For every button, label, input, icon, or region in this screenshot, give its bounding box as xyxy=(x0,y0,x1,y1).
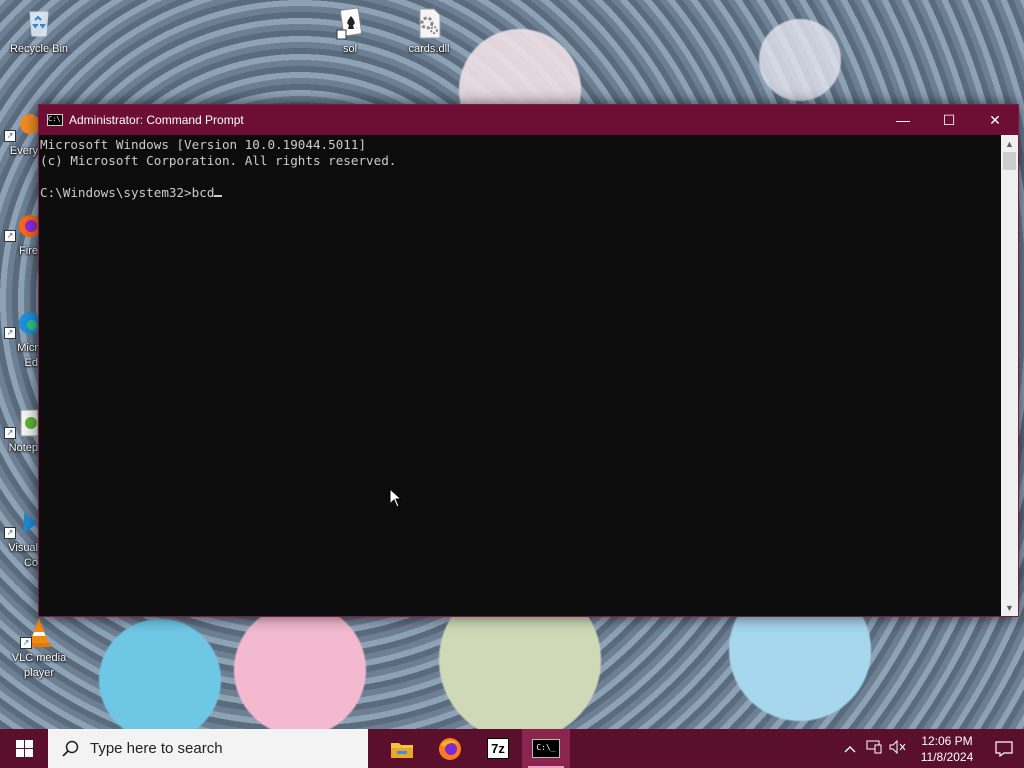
search-icon xyxy=(62,740,79,757)
desktop-icon-label: Every xyxy=(9,145,38,157)
volume-muted-icon[interactable] xyxy=(886,739,910,757)
desktop-icon-cards-dll[interactable]: cards.dll xyxy=(393,6,465,57)
taskbar: Type here to search 7z C:\_ 12:06 PM 11/… xyxy=(0,729,1024,768)
taskbar-command-prompt[interactable]: C:\_ xyxy=(522,729,570,768)
console-line: (c) Microsoft Corporation. All rights re… xyxy=(40,153,397,168)
desktop-icon-sol[interactable]: sol xyxy=(314,6,386,57)
vscode-icon: ↗ xyxy=(4,505,38,539)
desktop-icon-vlc[interactable]: ↗ VLC media player xyxy=(3,615,75,681)
network-icon[interactable] xyxy=(862,740,886,757)
desktop-icon-label: Notep xyxy=(8,442,38,454)
desktop-icon-label: VLC media xyxy=(11,652,67,664)
scroll-down-arrow-icon[interactable]: ▼ xyxy=(1001,599,1018,616)
system-tray: 12:06 PM 11/8/2024 xyxy=(838,729,1024,768)
taskbar-firefox[interactable] xyxy=(426,729,474,768)
scrollbar-thumb[interactable] xyxy=(1003,152,1016,170)
solitaire-card-icon xyxy=(333,6,367,40)
shortcut-arrow-icon: ↗ xyxy=(4,527,16,539)
desktop-icon-label: Ed xyxy=(24,357,38,369)
desktop-icon-label: Recycle Bin xyxy=(9,43,69,55)
vertical-scrollbar[interactable]: ▲ ▼ xyxy=(1001,135,1018,616)
desktop-icon-notepad[interactable]: ↗ Notep xyxy=(0,405,38,456)
desktop-icon-firefox[interactable]: ↗ Fire xyxy=(0,208,38,259)
start-button[interactable] xyxy=(0,729,48,768)
search-placeholder: Type here to search xyxy=(90,740,223,757)
desktop-icon-label: sol xyxy=(342,43,358,55)
desktop-icon-label: cards.dll xyxy=(408,43,450,55)
taskbar-clock[interactable]: 12:06 PM 11/8/2024 xyxy=(910,733,984,765)
desktop-icon-label: Visual xyxy=(8,542,38,554)
dll-file-icon xyxy=(412,6,446,40)
7zip-icon: 7z xyxy=(487,738,509,759)
firefox-icon: ↗ xyxy=(4,208,38,242)
clock-time: 12:06 PM xyxy=(921,733,973,748)
folder-icon xyxy=(391,742,413,758)
shortcut-arrow-icon: ↗ xyxy=(4,130,16,142)
recycle-bin-icon xyxy=(22,6,56,40)
show-hidden-icons-chevron-icon[interactable] xyxy=(838,741,862,756)
text-caret xyxy=(214,195,223,197)
taskbar-search-box[interactable]: Type here to search xyxy=(48,729,368,768)
clock-date: 11/8/2024 xyxy=(920,749,974,764)
scroll-up-arrow-icon[interactable]: ▲ xyxy=(1001,135,1018,152)
desktop-icon-everything[interactable]: ↗ Every xyxy=(0,108,38,159)
shortcut-arrow-icon: ↗ xyxy=(4,230,16,242)
console-input[interactable]: bcd xyxy=(192,185,215,200)
shortcut-arrow-icon: ↗ xyxy=(4,427,16,439)
notification-center-button[interactable] xyxy=(984,740,1024,757)
desktop-icon-label: Fire xyxy=(19,245,38,257)
desktop-icon-microsoft-edge[interactable]: ↗ Micr Ed xyxy=(0,305,38,371)
shortcut-arrow-icon: ↗ xyxy=(4,327,16,339)
maximize-button[interactable]: ☐ xyxy=(926,105,972,135)
desktop-icon-label: Co xyxy=(23,557,38,569)
vlc-cone-icon: ↗ xyxy=(20,615,56,649)
console-line: Microsoft Windows [Version 10.0.19044.50… xyxy=(40,137,367,152)
window-title: Administrator: Command Prompt xyxy=(69,113,244,127)
command-prompt-window[interactable]: C:\ Administrator: Command Prompt — ☐ ✕ … xyxy=(38,104,1019,617)
cmd-app-icon: C:\ xyxy=(47,114,63,126)
mouse-pointer-icon xyxy=(389,487,403,513)
taskbar-7zip[interactable]: 7z xyxy=(474,729,522,768)
firefox-icon xyxy=(439,737,461,760)
desktop-icon-visual-studio-code[interactable]: ↗ Visual Co xyxy=(0,505,38,571)
console-output[interactable]: Microsoft Windows [Version 10.0.19044.50… xyxy=(39,135,1000,616)
console-prompt-line[interactable]: C:\Windows\system32>bcd xyxy=(40,185,999,201)
desktop-icon-label: player xyxy=(24,667,54,679)
notepad-plus-plus-icon: ↗ xyxy=(4,405,38,439)
edge-icon: ↗ xyxy=(4,305,38,339)
taskbar-file-explorer[interactable] xyxy=(378,729,426,768)
title-bar[interactable]: C:\ Administrator: Command Prompt — ☐ ✕ xyxy=(39,105,1018,135)
desktop-icon-label: Micr xyxy=(17,342,38,354)
close-button[interactable]: ✕ xyxy=(972,105,1018,135)
everything-search-icon: ↗ xyxy=(4,108,38,142)
minimize-button[interactable]: — xyxy=(880,105,926,135)
windows-logo-icon xyxy=(15,740,33,757)
console-prompt: C:\Windows\system32> xyxy=(40,185,192,200)
shortcut-arrow-icon: ↗ xyxy=(20,637,32,649)
notification-icon xyxy=(995,740,1013,757)
cmd-icon: C:\_ xyxy=(532,739,560,758)
desktop-icon-recycle-bin[interactable]: Recycle Bin xyxy=(3,6,75,57)
